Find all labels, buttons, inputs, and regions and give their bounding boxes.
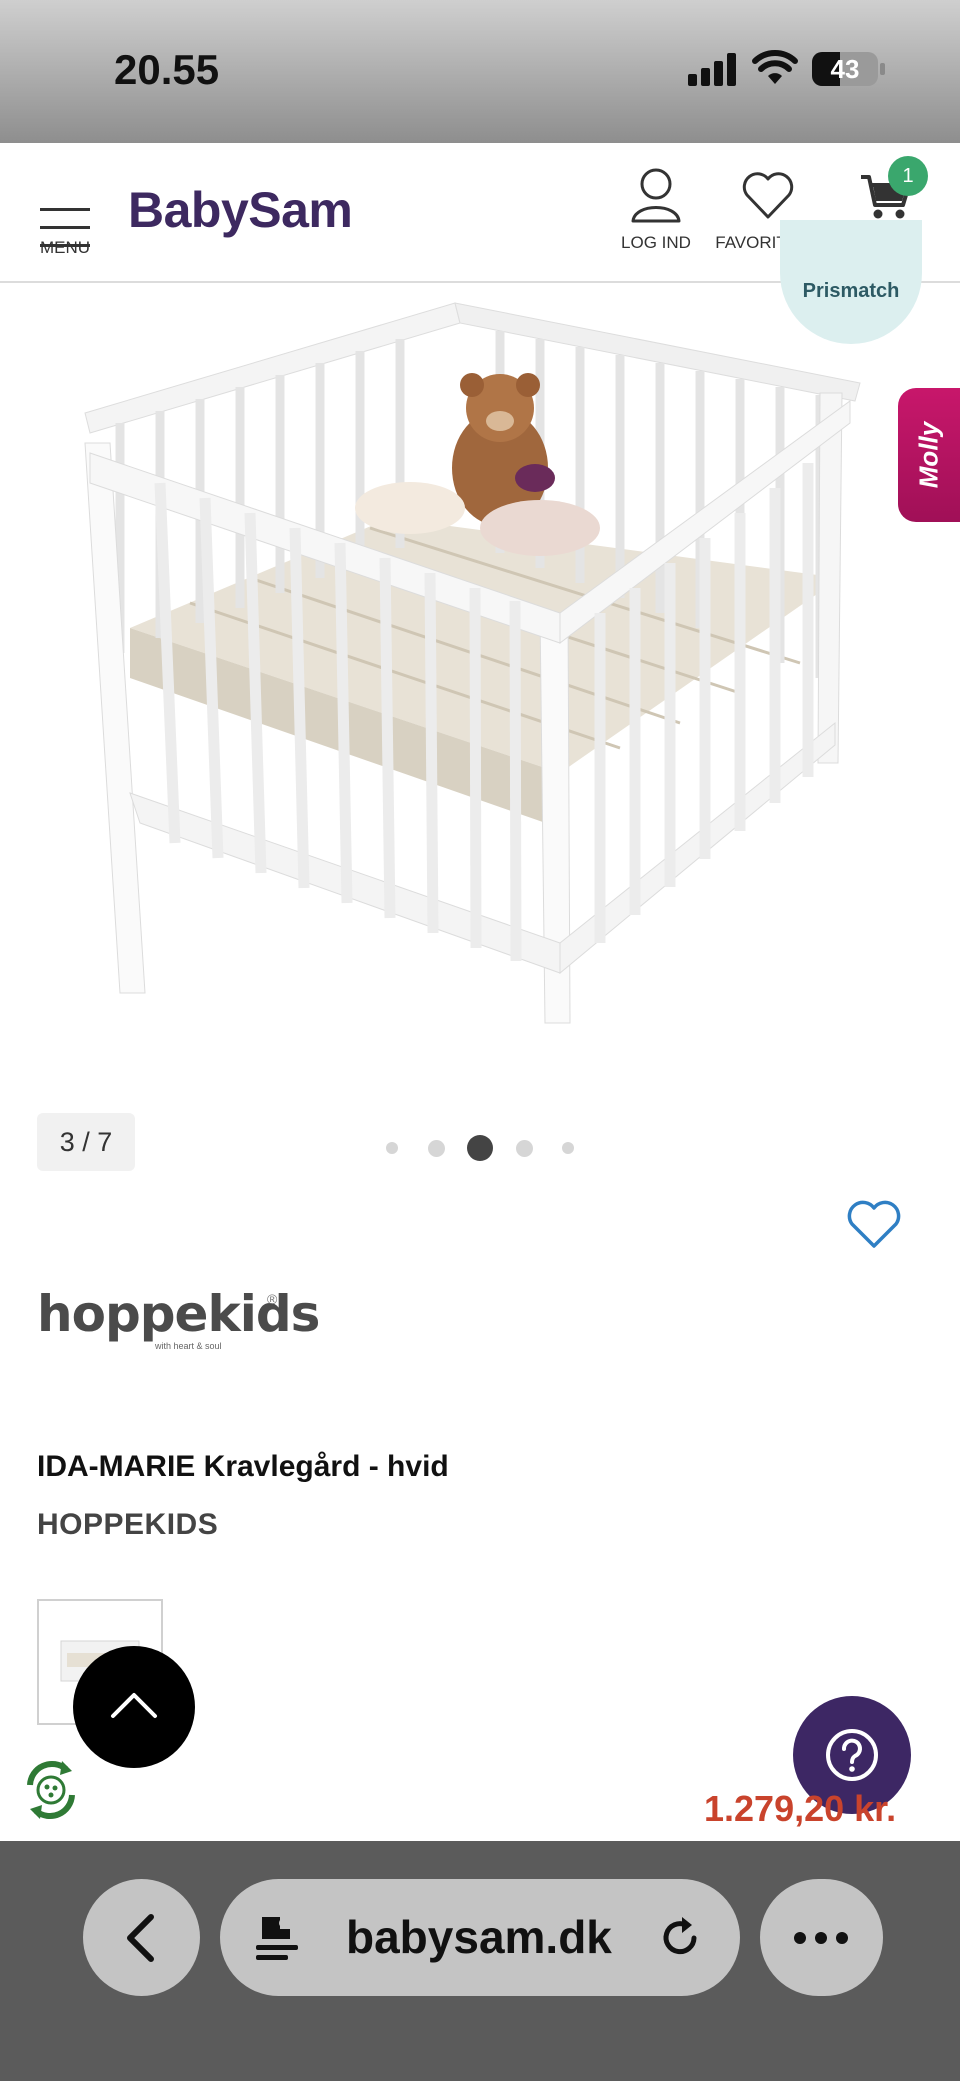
status-bar: 20.55 43 <box>0 0 960 143</box>
carousel-dot[interactable] <box>427 1139 445 1157</box>
recycle-icon[interactable] <box>16 1755 86 1825</box>
status-time: 20.55 <box>114 46 220 93</box>
battery-level: 43 <box>830 54 860 84</box>
more-icon <box>794 1932 848 1944</box>
heart-icon <box>742 172 794 219</box>
url-text: babysam.dk <box>346 1911 612 1963</box>
wifi-icon <box>752 50 798 84</box>
image-dots[interactable] <box>380 1135 580 1165</box>
carousel-dot[interactable] <box>562 1142 574 1154</box>
chevron-up-icon <box>111 1693 157 1718</box>
image-counter: 3 / 7 <box>37 1113 135 1171</box>
cart-count-badge: 1 <box>888 156 928 196</box>
back-chevron-icon <box>127 1914 154 1962</box>
battery-tip <box>880 63 885 75</box>
product-price: 1.279,20 kr. <box>704 1788 897 1829</box>
product-image[interactable] <box>0 283 960 1083</box>
browser-back-button[interactable] <box>83 1879 200 1996</box>
scroll-to-top-button[interactable] <box>73 1646 195 1768</box>
carousel-dot[interactable] <box>386 1142 398 1154</box>
brand-logo[interactable]: hoppekids ® with heart & soul <box>37 1285 320 1355</box>
login-button[interactable]: LOG IND <box>591 167 721 253</box>
battery-indicator: 43 <box>812 52 878 86</box>
page-menu-icon <box>256 1917 298 1960</box>
molly-label: Molly <box>913 421 944 489</box>
carousel-dot[interactable] <box>515 1139 533 1157</box>
babysam-logo[interactable]: BabySam <box>128 181 353 239</box>
brand-logo-registered: ® <box>267 1291 278 1307</box>
add-to-favorites-heart-icon[interactable] <box>846 1200 902 1250</box>
playpen-image <box>84 302 861 1024</box>
product-title: IDA-MARIE Kravlegård - hvid <box>37 1450 449 1483</box>
user-icon <box>631 168 681 223</box>
brand-logo-tagline: with heart & soul <box>155 1341 222 1351</box>
molly-chat-tab[interactable]: Molly <box>898 388 960 522</box>
menu-label: MENU <box>39 238 91 257</box>
page: 20.55 43 MENU BabySam LOG IND FAVORITTER… <box>0 0 960 2081</box>
login-label: LOG IND <box>621 233 691 252</box>
reload-icon[interactable] <box>656 1913 706 1963</box>
signal-icon <box>688 52 738 86</box>
browser-toolbar: babysam.dk <box>0 1841 960 2081</box>
carousel-dot[interactable] <box>467 1135 493 1161</box>
address-bar[interactable]: babysam.dk <box>220 1879 740 1996</box>
browser-more-button[interactable] <box>760 1879 883 1996</box>
product-brand[interactable]: HOPPEKIDS <box>37 1508 218 1542</box>
